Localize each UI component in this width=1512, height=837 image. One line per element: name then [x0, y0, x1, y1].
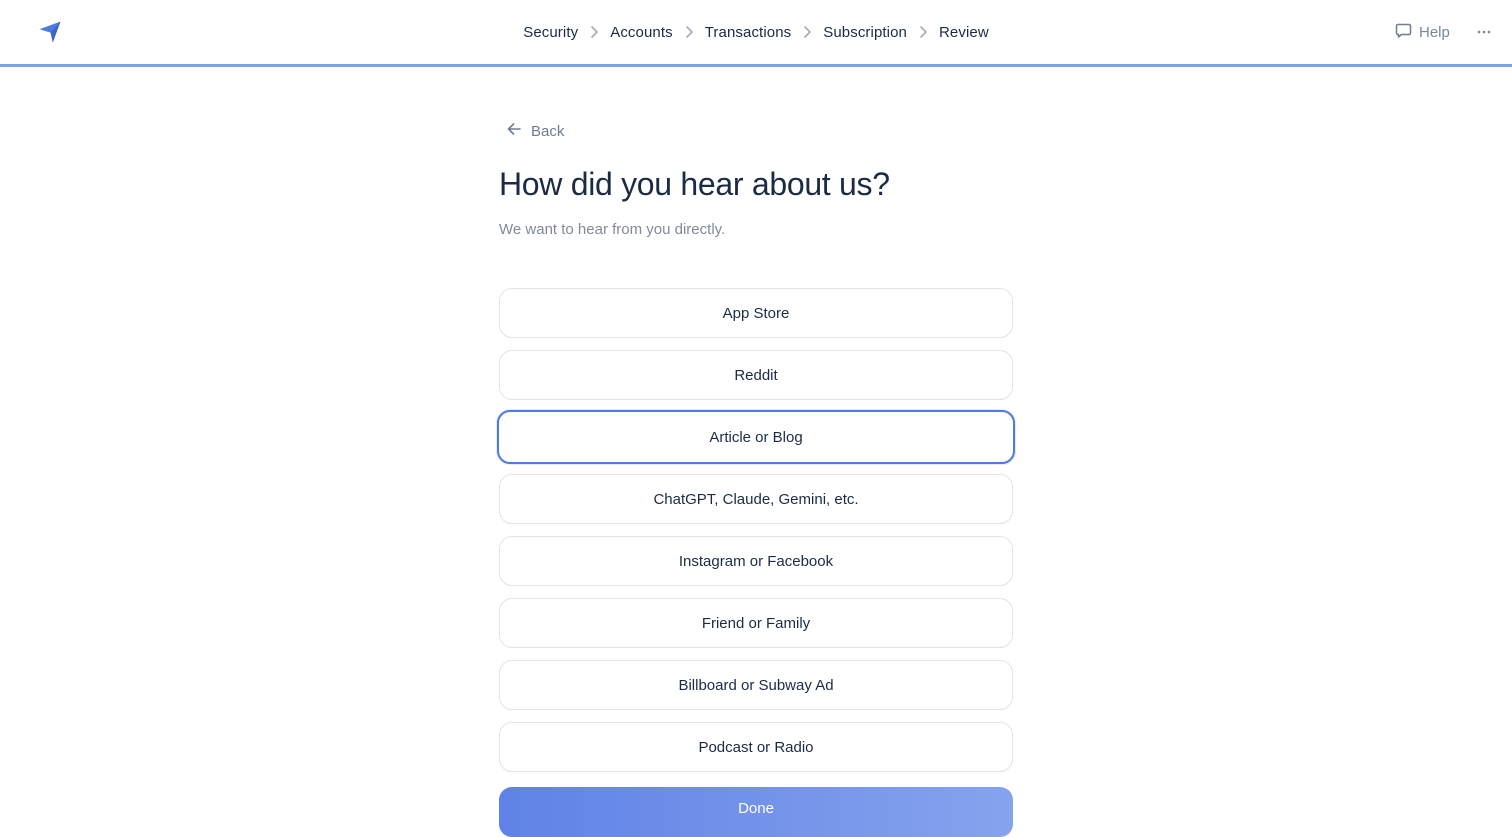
back-button[interactable]: Back	[506, 120, 564, 142]
chevron-right-icon	[907, 0, 939, 64]
option-friend-or-family[interactable]: Friend or Family	[499, 598, 1013, 648]
done-button[interactable]: Done	[499, 787, 1013, 837]
chevron-right-icon	[578, 0, 610, 64]
chevron-right-icon	[673, 0, 705, 64]
help-label: Help	[1419, 23, 1450, 41]
option-app-store[interactable]: App Store	[499, 288, 1013, 338]
help-button[interactable]: Help	[1395, 20, 1450, 44]
progress-line	[0, 64, 1512, 67]
chat-bubble-icon	[1395, 22, 1412, 43]
arrow-left-icon	[506, 122, 522, 140]
option-instagram-or-facebook[interactable]: Instagram or Facebook	[499, 536, 1013, 586]
option-ai-assistants[interactable]: ChatGPT, Claude, Gemini, etc.	[499, 474, 1013, 524]
option-list: App Store Reddit Article or Blog ChatGPT…	[497, 288, 1015, 784]
chevron-right-icon	[791, 0, 823, 64]
option-reddit[interactable]: Reddit	[499, 350, 1013, 400]
step-security[interactable]: Security	[523, 24, 578, 41]
step-subscription[interactable]: Subscription	[823, 24, 907, 41]
top-bar: Security Accounts Transactions Subscript…	[0, 0, 1512, 64]
option-article-or-blog[interactable]: Article or Blog	[497, 410, 1015, 464]
step-review[interactable]: Review	[939, 24, 989, 41]
step-breadcrumb: Security Accounts Transactions Subscript…	[0, 0, 1512, 64]
more-horizontal-icon[interactable]	[1472, 20, 1496, 44]
back-label: Back	[531, 122, 565, 140]
page-subtitle: We want to hear from you directly.	[499, 221, 726, 238]
step-accounts[interactable]: Accounts	[610, 24, 673, 41]
step-transactions[interactable]: Transactions	[705, 24, 792, 41]
page-title: How did you hear about us?	[499, 166, 890, 202]
option-podcast-or-radio[interactable]: Podcast or Radio	[499, 722, 1013, 772]
option-billboard-or-subway-ad[interactable]: Billboard or Subway Ad	[499, 660, 1013, 710]
